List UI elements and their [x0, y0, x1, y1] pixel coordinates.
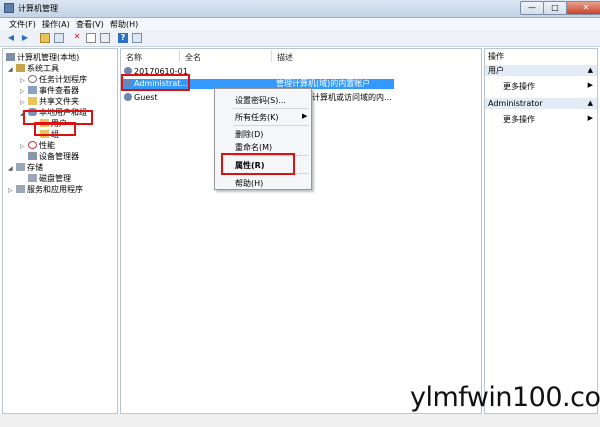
menu-view[interactable]: 查看(V) — [76, 19, 104, 30]
actions-section-administrator[interactable]: Administrator ▲ — [485, 98, 597, 109]
menu-item-set-password[interactable]: 设置密码(S)... — [235, 95, 286, 106]
tree-item-services-apps[interactable]: ▷ 服务和应用程序 — [8, 184, 83, 195]
annotation-box-users — [34, 122, 76, 136]
collapse-arrow-icon[interactable]: ▲ — [588, 98, 593, 109]
annotation-box-administrator — [121, 74, 190, 91]
tree-item-storage[interactable]: ◢ 存储 — [8, 162, 43, 173]
tree-item-disk-management[interactable]: 磁盘管理 — [28, 173, 71, 184]
menu-separator — [233, 125, 309, 126]
tools-icon — [16, 64, 25, 72]
export-list-icon[interactable] — [100, 33, 110, 43]
folder-up-icon[interactable] — [40, 33, 50, 43]
title-bar — [0, 0, 600, 18]
delete-icon[interactable]: ✕ — [72, 32, 82, 42]
clock-icon — [28, 75, 37, 83]
disk-icon — [28, 174, 37, 182]
window-title: 计算机管理 — [18, 4, 58, 13]
shared-folder-icon — [28, 97, 37, 105]
device-manager-icon — [28, 152, 37, 160]
tree-item-device-manager[interactable]: 设备管理器 — [28, 151, 79, 162]
menu-item-all-tasks[interactable]: 所有任务(K) — [235, 112, 279, 123]
properties-icon[interactable] — [86, 33, 96, 43]
tree-item-task-scheduler[interactable]: ▷ 任务计划程序 — [20, 74, 87, 85]
column-divider[interactable] — [271, 50, 272, 62]
column-header-fullname[interactable]: 全名 — [185, 52, 201, 63]
status-bar — [0, 414, 600, 427]
back-icon[interactable]: ◀ — [6, 33, 16, 43]
menu-action[interactable]: 操作(A) — [42, 19, 70, 30]
tree-item-event-viewer[interactable]: ▷ 事件查看器 — [20, 85, 79, 96]
close-button[interactable]: ✕ — [566, 1, 600, 15]
more-actions-link[interactable]: 更多操作 — [503, 81, 535, 92]
column-header-name[interactable]: 名称 — [126, 52, 142, 63]
menu-item-help[interactable]: 帮助(H) — [235, 178, 263, 189]
help-icon[interactable]: ? — [118, 33, 128, 43]
collapse-arrow-icon[interactable]: ◢ — [8, 64, 16, 75]
submenu-arrow-icon: ▶ — [302, 112, 308, 120]
collapse-arrow-icon[interactable]: ◢ — [8, 163, 16, 174]
tree-item-performance[interactable]: ▷ 性能 — [20, 140, 55, 151]
actions-section-users[interactable]: 用户 ▲ — [485, 65, 597, 76]
menu-separator — [233, 108, 309, 109]
actions-pane: 操作 用户 ▲ 更多操作 ▶ Administrator ▲ 更多操作 ▶ — [484, 48, 598, 414]
expand-arrow-icon[interactable]: ▷ — [8, 185, 16, 196]
user-icon — [124, 93, 132, 101]
forward-icon[interactable]: ▶ — [20, 33, 30, 43]
more-actions-link[interactable]: 更多操作 — [503, 114, 535, 125]
annotation-box-properties — [221, 153, 295, 175]
tree-item-system-tools[interactable]: ◢ 系统工具 — [8, 63, 59, 74]
show-hide-tree-icon[interactable] — [54, 33, 64, 43]
navigation-tree: 计算机管理(本地) ◢ 系统工具 ▷ 任务计划程序 ▷ 事件查看器 ▷ 共享文件夹 ◢ 本… — [2, 48, 118, 414]
performance-icon — [28, 141, 37, 149]
submenu-arrow-icon: ▶ — [587, 81, 593, 89]
column-header-description[interactable]: 描述 — [277, 52, 293, 63]
submenu-arrow-icon: ▶ — [587, 114, 593, 122]
actions-header: 操作 — [488, 52, 504, 61]
maximize-button[interactable]: □ — [543, 1, 567, 15]
console-icon[interactable] — [132, 33, 142, 43]
menu-item-rename[interactable]: 重命名(M) — [235, 142, 272, 153]
minimize-button[interactable]: — — [520, 1, 544, 15]
column-divider[interactable] — [179, 50, 180, 62]
menu-help[interactable]: 帮助(H) — [110, 19, 138, 30]
computer-management-icon — [4, 3, 14, 13]
tree-item-shared-folders[interactable]: ▷ 共享文件夹 — [20, 96, 79, 107]
event-viewer-icon — [28, 86, 37, 94]
tree-item-root[interactable]: 计算机管理(本地) — [6, 52, 79, 63]
collapse-arrow-icon[interactable]: ▲ — [588, 65, 593, 76]
watermark-text: ylmfwin100.com — [410, 382, 600, 413]
storage-icon — [16, 163, 25, 171]
computer-icon — [6, 53, 15, 61]
menu-file[interactable]: 文件(F) — [9, 19, 36, 30]
menu-item-delete[interactable]: 删除(D) — [235, 129, 263, 140]
expand-arrow-icon[interactable]: ▷ — [20, 141, 28, 152]
services-icon — [16, 185, 25, 193]
